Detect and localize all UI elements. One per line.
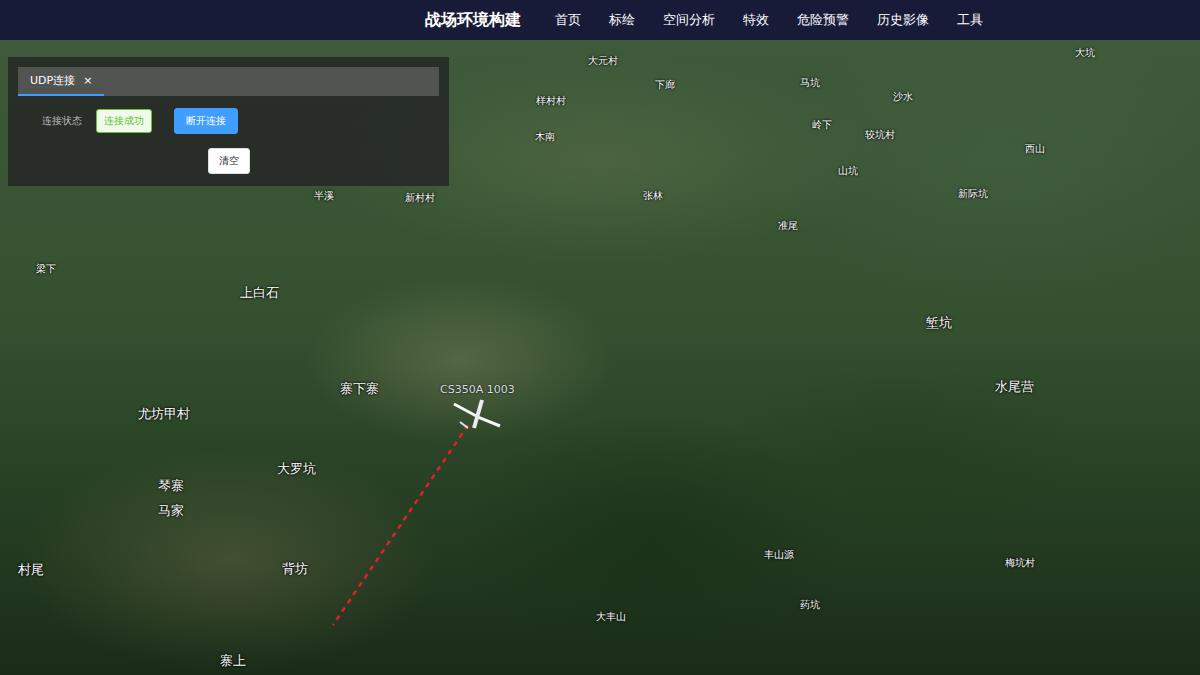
place-label: 琴寨 (158, 477, 184, 495)
nav-item[interactable]: 空间分析 (663, 11, 715, 29)
place-label: 梁下 (36, 262, 56, 276)
place-label: 样村村 (536, 94, 566, 108)
track-line (333, 425, 468, 625)
nav-item[interactable]: 历史影像 (877, 11, 929, 29)
place-label: 新际坑 (958, 187, 988, 201)
tab[interactable]: UDP连接 × (18, 67, 104, 96)
place-label: 梅坑村 (1005, 556, 1035, 570)
place-label: 马坑 (800, 76, 820, 90)
clear-row: 清空 (18, 134, 439, 174)
top-nav: 战场环境构建 首页 标绘 空间分析 特效 危险预警 历史影像 工具 (0, 0, 1200, 40)
nav-item[interactable]: 危险预警 (797, 11, 849, 29)
nav-item[interactable]: 首页 (555, 11, 581, 29)
nav-item[interactable]: 特效 (743, 11, 769, 29)
place-label: 大坑 (1075, 46, 1095, 60)
place-label: 木南 (535, 130, 555, 144)
place-label: 准尾 (778, 219, 798, 233)
place-label: 大丰山 (596, 610, 626, 624)
place-label: 下廊 (655, 78, 675, 92)
place-label: 水尾营 (995, 378, 1034, 396)
status-label: 连接状态 (42, 114, 82, 128)
place-label: 张林 (643, 189, 663, 203)
place-label: 西山 (1025, 142, 1045, 156)
place-label: 药坑 (800, 598, 820, 612)
disconnect-button[interactable]: 断开连接 (174, 108, 238, 134)
close-icon[interactable]: × (83, 74, 92, 87)
place-label: 沙水 (893, 90, 913, 104)
place-label: 山坑 (838, 164, 858, 178)
place-label: 大元村 (588, 54, 618, 68)
place-label: 岭下 (812, 118, 832, 132)
status-badge: 连接成功 (96, 109, 152, 133)
nav-item[interactable]: 工具 (957, 11, 983, 29)
place-label: 背坊 (282, 560, 308, 578)
status-row: 连接状态 连接成功 断开连接 (18, 96, 439, 134)
place-label: 上白石 (240, 284, 279, 302)
place-label: 大罗坑 (277, 460, 316, 478)
place-label: 寨上 (220, 652, 246, 670)
place-label: 马家 (158, 502, 184, 520)
clear-button[interactable]: 清空 (208, 148, 250, 174)
place-label: 寨下寨 (340, 380, 379, 398)
place-label: 堑坑 (926, 314, 952, 332)
udp-panel: UDP连接 × 连接状态 连接成功 断开连接 清空 (8, 57, 449, 186)
map-view[interactable]: 大元村马坑 大坑沙水 下廊样村村木南 岭下较坑村山坑 西山新际坑 新村村 张林准尾 半溪上白石… (0, 40, 1200, 675)
app-title: 战场环境构建 (425, 10, 521, 31)
place-label: 新村村 (405, 191, 435, 205)
place-label: 尤坊甲村 (138, 405, 190, 423)
tab-bar: UDP连接 × (18, 67, 439, 96)
app: 战场环境构建 首页 标绘 空间分析 特效 危险预警 历史影像 工具 大元村马坑 大坑沙水 下廊样… (0, 0, 1200, 675)
place-label: 丰山源 (764, 548, 794, 562)
aircraft-label: CS350A 1003 (440, 383, 515, 396)
nav-item[interactable]: 标绘 (609, 11, 635, 29)
place-label: 半溪 (314, 189, 334, 203)
aircraft-icon[interactable] (450, 398, 506, 432)
place-label: 村尾 (18, 561, 44, 579)
place-label: 较坑村 (865, 128, 895, 142)
nav-menu: 首页 标绘 空间分析 特效 危险预警 历史影像 工具 (555, 11, 983, 29)
